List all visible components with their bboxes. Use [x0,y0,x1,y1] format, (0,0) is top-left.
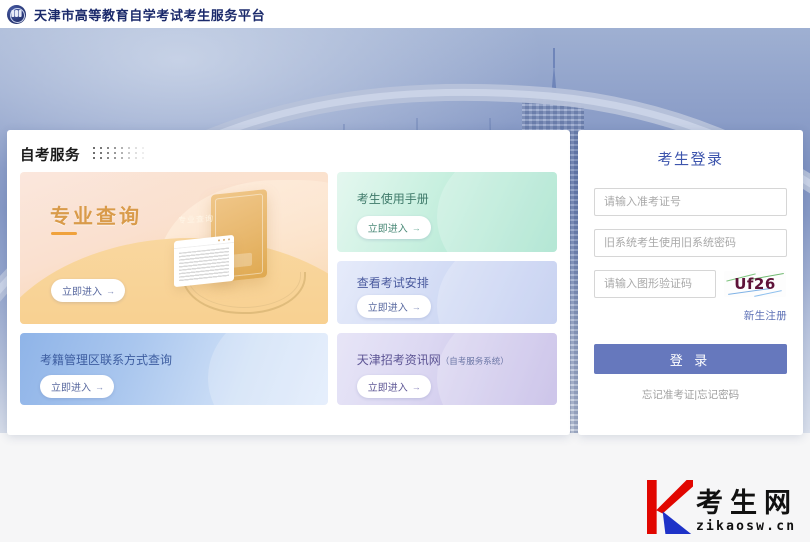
new-student-register-link[interactable]: 新生注册 [744,310,787,322]
forgot-row: 忘记准考证|忘记密码 [594,385,787,403]
tile-major-query-title: 专业查询 [50,206,142,228]
service-tiles-bottom-row: 考籍管理区联系方式查询 立即进入 → 天津招考资讯网（自考服务系统） 立即进入 … [20,333,557,405]
tile-major-query[interactable]: 专业查询 专业查询 立即进入 → [20,172,328,324]
circle-emblem-icon [7,4,26,24]
service-tiles-top-row: 专业查询 专业查询 立即进入 → 考生使用手册 立即进入 → 查看考试安排 立即… [20,172,557,324]
watermark-text-block: 考生网 zikaosw.cn [696,487,798,534]
captcha-image[interactable]: Uf26 [724,271,786,297]
tile-registry-contact-enter-button[interactable]: 立即进入 → [40,375,114,398]
main-content: 自考服务 专业查询 专业查询 立即进入 → 考生使用手册 立即进入 → 查看考试… [0,130,810,442]
tile-exam-schedule-title: 查看考试安排 [356,276,429,290]
tiles-left-column: 专业查询 专业查询 立即进入 → [20,172,328,324]
tile-decor-swoosh [437,333,557,405]
tile-candidate-manual-enter-button[interactable]: 立即进入 → [356,216,431,239]
tile-registry-contact[interactable]: 考籍管理区联系方式查询 立即进入 → [20,333,328,405]
arrow-right-icon: → [411,301,421,312]
app-header: 天津市高等教育自学考试考生服务平台 [0,0,810,28]
tile-info-site-enter-button[interactable]: 立即进入 → [356,375,431,398]
arrow-right-icon: → [411,222,421,233]
arrow-right-icon: → [95,381,104,392]
login-panel-title: 考生登录 [657,151,724,168]
tiles-right-column: 考生使用手册 立即进入 → 查看考试安排 立即进入 → [336,172,557,324]
forgot-credentials-links[interactable]: 忘记准考证|忘记密码 [642,389,739,401]
site-watermark: 考生网 zikaosw.cn [647,480,798,534]
register-row: 新生注册 [594,306,787,324]
tile-contact-wrapper: 考籍管理区联系方式查询 立即进入 → [20,333,328,405]
dot-grid-decoration-icon [93,146,149,162]
login-submit-button[interactable]: 登 录 [594,344,787,374]
illustration-document-window [174,234,234,288]
service-card: 自考服务 专业查询 专业查询 立即进入 → 考生使用手册 立即进入 → 查看考试… [7,130,570,435]
tile-info-site-title: 天津招考资讯网（自考服务系统） [357,351,509,368]
password-input[interactable] [594,229,787,257]
captcha-input[interactable] [594,270,716,298]
tile-decor-swoosh [437,172,557,252]
tile-info-wrapper: 天津招考资讯网（自考服务系统） 立即进入 → [336,333,557,405]
login-panel: 考生登录 Uf26 新生注册 登 录 忘记准考证|忘记密码 [578,130,803,435]
illustration-card-label: 专业查询 [178,214,214,225]
enter-button-label: 立即进入 [51,383,91,394]
enter-button-label: 立即进入 [367,303,408,314]
watermark-url: zikaosw.cn [696,519,797,534]
captcha-text: Uf26 [734,275,776,293]
captcha-row: Uf26 [594,270,787,298]
tile-candidate-manual[interactable]: 考生使用手册 立即进入 → [336,172,557,252]
enter-button-label: 立即进入 [367,224,408,235]
illustration-text-lines [179,247,229,283]
tile-major-query-underline [51,232,77,235]
username-input[interactable] [594,188,787,216]
tile-registry-contact-title: 考籍管理区联系方式查询 [40,353,173,367]
tile-info-site[interactable]: 天津招考资讯网（自考服务系统） 立即进入 → [336,333,557,405]
watermark-chinese-name: 考生网 [696,487,798,519]
service-card-header: 自考服务 [20,140,557,168]
tile-exam-schedule[interactable]: 查看考试安排 立即进入 → [336,261,557,324]
page-root: 天津市高等教育自学考试考生服务平台 自考服务 专业查询 专业查询 立即进入 → … [0,0,810,542]
tile-info-site-name: 天津招考资讯网 [356,353,441,367]
enter-button-label: 立即进入 [62,287,102,298]
arrow-right-icon: → [106,285,115,296]
tile-major-query-enter-button[interactable]: 立即进入 → [51,279,125,302]
tile-candidate-manual-title: 考生使用手册 [356,192,429,206]
service-card-title: 自考服务 [20,147,80,164]
tile-decor-swoosh [437,261,557,324]
watermark-k-logo-icon [647,480,693,534]
major-query-illustration: 专业查询 [168,188,318,316]
tile-info-site-subtitle: （自考服务系统） [440,356,509,366]
tile-decor-swoosh [207,333,328,405]
tile-exam-schedule-enter-button[interactable]: 立即进入 → [356,295,431,318]
arrow-right-icon: → [411,381,421,392]
page-title: 天津市高等教育自学考试考生服务平台 [34,7,266,23]
enter-button-label: 立即进入 [367,383,408,394]
